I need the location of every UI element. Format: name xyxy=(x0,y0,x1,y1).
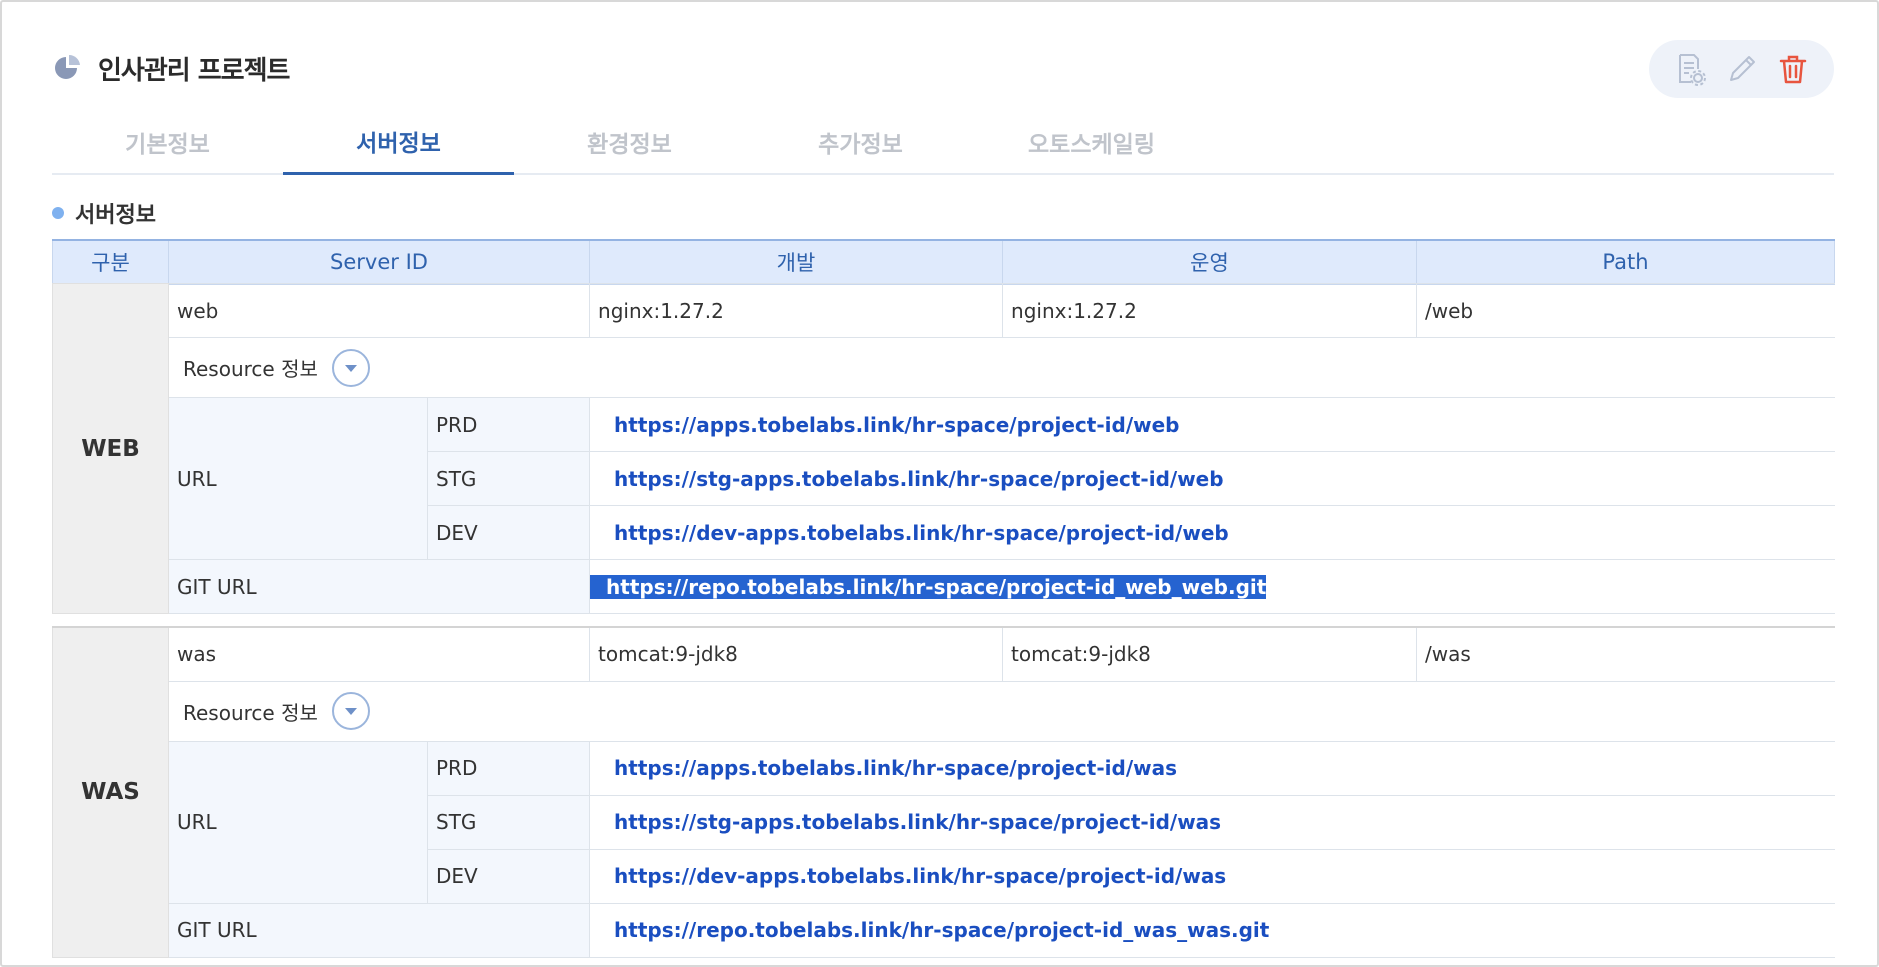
env-label: STG xyxy=(426,794,591,850)
column-header-dev: 개발 xyxy=(589,239,1003,285)
server-id-cell: web xyxy=(167,283,591,338)
delete-button[interactable] xyxy=(1773,49,1813,89)
table-row: Resource 정보 xyxy=(53,680,1835,742)
path-cell: /web xyxy=(1416,283,1835,338)
url-link-dev[interactable]: https://dev-apps.tobelabs.link/hr-space/… xyxy=(598,864,1226,888)
table-row: URL PRD https://apps.tobelabs.link/hr-sp… xyxy=(53,740,1835,904)
tab-additional-info[interactable]: 추가정보 xyxy=(745,110,976,173)
env-label: DEV xyxy=(426,848,591,904)
document-settings-button[interactable] xyxy=(1670,49,1710,89)
git-url-label: GIT URL xyxy=(167,559,591,614)
group-label: WEB xyxy=(52,283,169,614)
env-label: PRD xyxy=(426,397,591,452)
env-label: DEV xyxy=(426,505,591,560)
prod-image-cell: nginx:1.27.2 xyxy=(1002,283,1418,338)
url-link-stg[interactable]: https://stg-apps.tobelabs.link/hr-space/… xyxy=(598,810,1221,834)
url-link-prd[interactable]: https://apps.tobelabs.link/hr-space/proj… xyxy=(598,756,1177,780)
pencil-icon xyxy=(1729,56,1755,81)
table-row: GIT URL https://repo.tobelabs.link/hr-sp… xyxy=(53,559,1835,614)
tab-server-info[interactable]: 서버정보 xyxy=(283,110,514,175)
url-label: URL xyxy=(168,397,428,560)
url-link-stg[interactable]: https://stg-apps.tobelabs.link/hr-space/… xyxy=(598,467,1224,491)
bullet-dot-icon xyxy=(52,207,64,219)
tab-bar: 기본정보 서버정보 환경정보 추가정보 오토스케일링 xyxy=(52,110,1834,175)
env-label: STG xyxy=(426,451,591,506)
table-row: WAS was tomcat:9-jdk8 tomcat:9-jdk8 /was xyxy=(52,626,1835,958)
dev-image-cell: tomcat:9-jdk8 xyxy=(589,626,1004,682)
section-title: 서버정보 xyxy=(75,203,156,228)
url-link-dev[interactable]: https://dev-apps.tobelabs.link/hr-space/… xyxy=(598,521,1229,545)
project-detail-panel: 인사관리 프로젝트 기본정보 서버정보 환경정보 추가정보 오토스케일링 서버정… xyxy=(0,0,1879,967)
table-row: WEB web nginx:1.27.2 nginx:1.27.2 /web xyxy=(52,283,1835,614)
env-label: PRD xyxy=(426,740,591,796)
path-cell: /was xyxy=(1416,626,1835,682)
caret-down-icon xyxy=(344,708,357,715)
edit-button[interactable] xyxy=(1722,49,1762,89)
table-row: URL PRD https://apps.tobelabs.link/hr-sp… xyxy=(53,397,1835,560)
table-row: GIT URL https://repo.tobelabs.link/hr-sp… xyxy=(53,902,1835,958)
resource-toggle: Resource 정보 xyxy=(177,692,1827,730)
project-header: 인사관리 프로젝트 xyxy=(52,46,290,90)
resource-expand-button[interactable] xyxy=(331,692,370,730)
tab-autoscaling[interactable]: 오토스케일링 xyxy=(976,110,1207,173)
column-header-path: Path xyxy=(1416,239,1835,285)
server-id-cell: was xyxy=(167,626,591,682)
column-header-server-id: Server ID xyxy=(168,239,590,285)
tab-environment-info[interactable]: 환경정보 xyxy=(514,110,745,173)
prod-image-cell: tomcat:9-jdk8 xyxy=(1002,626,1418,682)
column-header-prod: 운영 xyxy=(1002,239,1417,285)
column-header-category: 구분 xyxy=(52,239,169,285)
resource-expand-button[interactable] xyxy=(331,348,370,387)
url-link-prd[interactable]: https://apps.tobelabs.link/hr-space/proj… xyxy=(598,413,1179,437)
table-row: Resource 정보 xyxy=(53,337,1835,398)
resource-label: Resource 정보 xyxy=(183,357,318,381)
dev-image-cell: nginx:1.27.2 xyxy=(589,283,1004,338)
server-group-was: WAS was tomcat:9-jdk8 tomcat:9-jdk8 /was… xyxy=(52,626,1835,958)
git-url-label: GIT URL xyxy=(167,902,591,958)
server-table-header: 구분 Server ID 개발 운영 Path xyxy=(52,239,1835,285)
document-gear-icon xyxy=(1679,54,1707,86)
resource-label: Resource 정보 xyxy=(183,700,318,725)
action-toolbar xyxy=(1649,40,1834,98)
group-label: WAS xyxy=(52,626,169,958)
git-url-link[interactable]: https://repo.tobelabs.link/hr-space/proj… xyxy=(598,918,1269,942)
caret-down-icon xyxy=(344,364,357,372)
trash-icon xyxy=(1779,55,1806,84)
tab-basic-info[interactable]: 기본정보 xyxy=(52,110,283,173)
section-heading: 서버정보 xyxy=(52,196,156,230)
pie-chart-icon xyxy=(52,52,84,84)
server-group-web: WEB web nginx:1.27.2 nginx:1.27.2 /web R… xyxy=(52,283,1835,614)
url-label: URL xyxy=(168,740,428,904)
page-title: 인사관리 프로젝트 xyxy=(98,55,290,86)
git-url-link[interactable]: https://repo.tobelabs.link/hr-space/proj… xyxy=(590,574,1267,599)
resource-toggle: Resource 정보 xyxy=(177,348,1827,387)
